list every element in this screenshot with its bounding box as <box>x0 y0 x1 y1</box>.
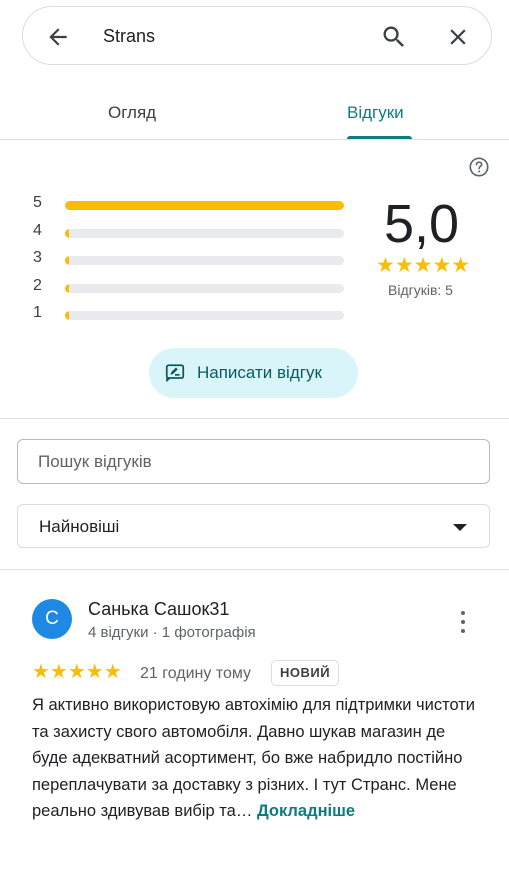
dropdown-arrow-icon <box>453 524 467 531</box>
sort-selected-value: Найновіші <box>39 517 120 536</box>
rating-bar-track <box>65 256 344 265</box>
rating-bar-track <box>65 311 344 320</box>
average-stars-icon: ★★★★★ <box>376 254 471 277</box>
rating-row-label: 4 <box>33 221 42 239</box>
rating-bar-track <box>65 228 344 238</box>
review-stars-icon: ★★★★★ <box>32 661 122 683</box>
close-icon[interactable] <box>445 24 471 50</box>
search-icon[interactable] <box>380 23 408 51</box>
search-query[interactable]: Strans <box>103 24 155 48</box>
tab-overview[interactable]: Огляд <box>108 102 156 124</box>
rating-bar-track <box>65 283 344 293</box>
tab-bar: Огляд Відгуки <box>0 86 509 140</box>
average-rating: 5,0 <box>384 194 460 254</box>
review-author-meta: 4 відгуки · 1 фотографія <box>88 624 256 641</box>
review-time: 21 годину тому <box>140 665 252 682</box>
rating-row-label: 2 <box>33 276 42 294</box>
search-bar[interactable]: Strans <box>22 6 492 65</box>
review-author[interactable]: Санька Сашок31 <box>88 598 229 620</box>
review-actions <box>0 878 509 891</box>
reviews-count: Відгуків: 5 <box>388 282 453 298</box>
rating-bar-fill <box>65 283 69 293</box>
new-badge: НОВИЙ <box>271 660 340 686</box>
rating-bar-fill <box>65 256 69 265</box>
review-text: Я активно використовую автохімію для під… <box>32 692 482 825</box>
rating-bar-fill <box>65 228 69 238</box>
review-body: Я активно використовую автохімію для під… <box>32 696 476 820</box>
more-options-icon[interactable] <box>452 609 474 635</box>
rating-bar-fill <box>65 201 344 210</box>
tab-reviews[interactable]: Відгуки <box>347 102 404 124</box>
rating-bar-fill <box>65 311 69 320</box>
write-review-label: Написати відгук <box>197 363 322 382</box>
active-tab-indicator <box>347 136 412 139</box>
section-divider <box>0 418 509 419</box>
rating-bar-track <box>65 201 344 210</box>
sort-dropdown[interactable]: Найновіші <box>17 504 490 548</box>
read-more-link[interactable]: Докладніше <box>257 802 355 820</box>
arrow-back-icon[interactable] <box>45 24 71 50</box>
section-divider <box>0 569 509 570</box>
help-circle-icon[interactable] <box>468 156 490 178</box>
rating-row-label: 3 <box>33 249 42 266</box>
search-reviews-input[interactable] <box>17 439 490 484</box>
rating-row-label: 1 <box>33 304 42 321</box>
rate-review-icon <box>165 364 185 382</box>
avatar[interactable]: С <box>32 599 72 639</box>
rating-row-label: 5 <box>33 194 42 211</box>
write-review-button[interactable]: Написати відгук <box>149 348 358 398</box>
